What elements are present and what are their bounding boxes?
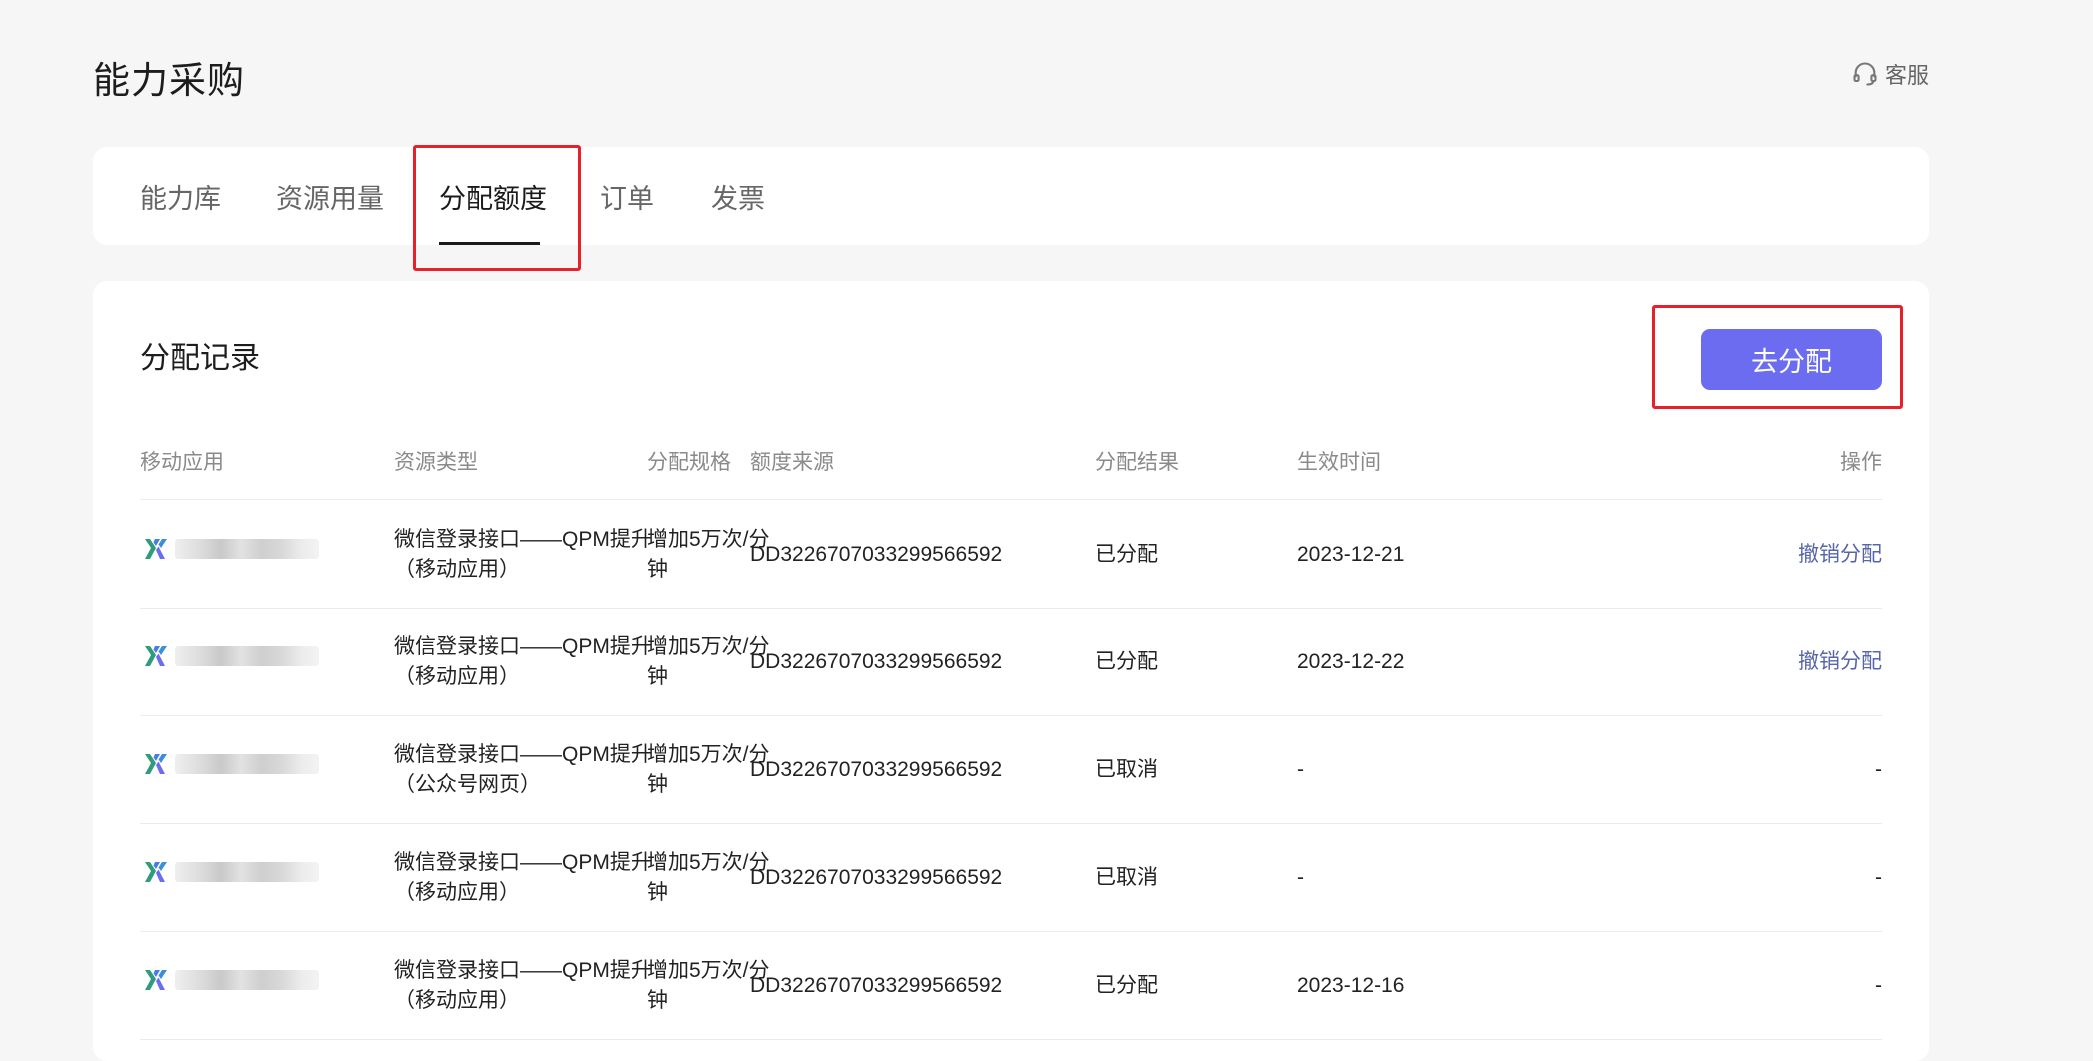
revoke-allocation-link[interactable]: 撤销分配 — [1798, 647, 1882, 677]
action-cell: - — [1875, 974, 1882, 997]
resource-type-text: 微信登录接口——QPM提升 — [394, 528, 652, 551]
table-header: 移动应用 资源类型 分配规格 额度来源 分配结果 生效时间 操作 — [140, 446, 1882, 500]
page-title: 能力采购 — [93, 60, 245, 101]
quota-source-cell: DD3226707033299566592 — [750, 543, 1003, 566]
quota-source-cell: DD3226707033299566592 — [750, 974, 1003, 997]
col-header-resource-type: 资源类型 — [394, 451, 478, 474]
tab-resource-usage[interactable]: 资源用量 — [276, 177, 384, 216]
headset-icon — [1853, 62, 1877, 86]
app-name-redacted — [175, 754, 319, 774]
resource-type-text: 微信登录接口——QPM提升 — [394, 743, 652, 766]
customer-service-label: 客服 — [1885, 63, 1930, 88]
tab-highlight-box — [413, 145, 581, 271]
tab-capability-library[interactable]: 能力库 — [140, 177, 221, 216]
app-logo-icon — [145, 754, 167, 774]
quota-source-cell: DD3226707033299566592 — [750, 866, 1003, 889]
result-cell: 已取消 — [1095, 866, 1158, 889]
resource-type-text: 微信登录接口——QPM提升 — [394, 959, 652, 982]
table-row: 微信登录接口——QPM提升 （移动应用） 增加5万次/分钟 DD322670703… — [140, 932, 1882, 1040]
tab-invoices[interactable]: 发票 — [711, 177, 765, 216]
resource-type-sub-text: （移动应用） — [394, 989, 520, 1012]
resource-type-cell: 微信登录接口——QPM提升 （移动应用） — [394, 956, 652, 1016]
col-header-action: 操作 — [1840, 451, 1882, 474]
resource-type-cell: 微信登录接口——QPM提升 （移动应用） — [394, 632, 652, 692]
col-header-mobile-app: 移动应用 — [140, 451, 224, 474]
effective-time-cell: 2023-12-16 — [1297, 974, 1405, 997]
resource-type-sub-text: （移动应用） — [394, 881, 520, 904]
button-highlight-box — [1652, 305, 1903, 409]
resource-type-cell: 微信登录接口——QPM提升 （移动应用） — [394, 848, 652, 908]
resource-type-sub-text: （公众号网页） — [394, 773, 541, 796]
tab-bar: 能力库 资源用量 分配额度 订单 发票 — [93, 147, 1929, 245]
resource-type-cell: 微信登录接口——QPM提升 （公众号网页） — [394, 740, 652, 800]
table-row: 微信登录接口——QPM提升 （公众号网页） 增加5万次/分钟 DD32267070… — [140, 716, 1882, 824]
customer-service-link[interactable]: 客服 — [1851, 58, 1929, 90]
effective-time-cell: 2023-12-22 — [1297, 650, 1405, 673]
result-cell: 已分配 — [1095, 974, 1158, 997]
result-cell: 已取消 — [1095, 758, 1158, 781]
app-cell — [143, 968, 319, 992]
col-header-quota-source: 额度来源 — [750, 451, 834, 474]
table-row: 微信登录接口——QPM提升 （移动应用） 增加5万次/分钟 DD322670703… — [140, 824, 1882, 932]
result-cell: 已分配 — [1095, 543, 1158, 566]
effective-time-cell: 2023-12-21 — [1297, 543, 1405, 566]
quota-source-cell: DD3226707033299566592 — [750, 758, 1003, 781]
action-cell: - — [1875, 758, 1882, 781]
app-name-redacted — [175, 970, 319, 990]
resource-type-text: 微信登录接口——QPM提升 — [394, 635, 652, 658]
app-name-redacted — [175, 646, 319, 666]
col-header-allocation-result: 分配结果 — [1095, 451, 1179, 474]
app-cell — [143, 860, 319, 884]
app-logo-icon — [145, 862, 167, 882]
app-cell — [143, 644, 319, 668]
app-name-redacted — [175, 862, 319, 882]
resource-type-sub-text: （移动应用） — [394, 665, 520, 688]
quota-source-cell: DD3226707033299566592 — [750, 650, 1003, 673]
resource-type-text: 微信登录接口——QPM提升 — [394, 851, 652, 874]
table-row: 微信登录接口——QPM提升 （移动应用） 增加5万次/分钟 DD322670703… — [140, 608, 1882, 716]
result-cell: 已分配 — [1095, 650, 1158, 673]
section-title: 分配记录 — [140, 342, 260, 375]
app-cell — [143, 752, 319, 776]
app-name-redacted — [175, 539, 319, 559]
action-cell: - — [1875, 866, 1882, 889]
app-logo-icon — [145, 539, 167, 559]
col-header-allocation-spec: 分配规格 — [647, 451, 731, 474]
table-row: 微信登录接口——QPM提升 （移动应用） 增加5万次/分钟 DD322670703… — [140, 501, 1882, 609]
effective-time-cell: - — [1297, 866, 1304, 889]
resource-type-cell: 微信登录接口——QPM提升 （移动应用） — [394, 525, 652, 585]
app-logo-icon — [145, 970, 167, 990]
app-logo-icon — [145, 646, 167, 666]
effective-time-cell: - — [1297, 758, 1304, 781]
tab-orders[interactable]: 订单 — [600, 177, 654, 216]
revoke-allocation-link[interactable]: 撤销分配 — [1798, 540, 1882, 570]
app-cell — [143, 537, 319, 561]
col-header-effective-time: 生效时间 — [1297, 451, 1381, 474]
resource-type-sub-text: （移动应用） — [394, 558, 520, 581]
